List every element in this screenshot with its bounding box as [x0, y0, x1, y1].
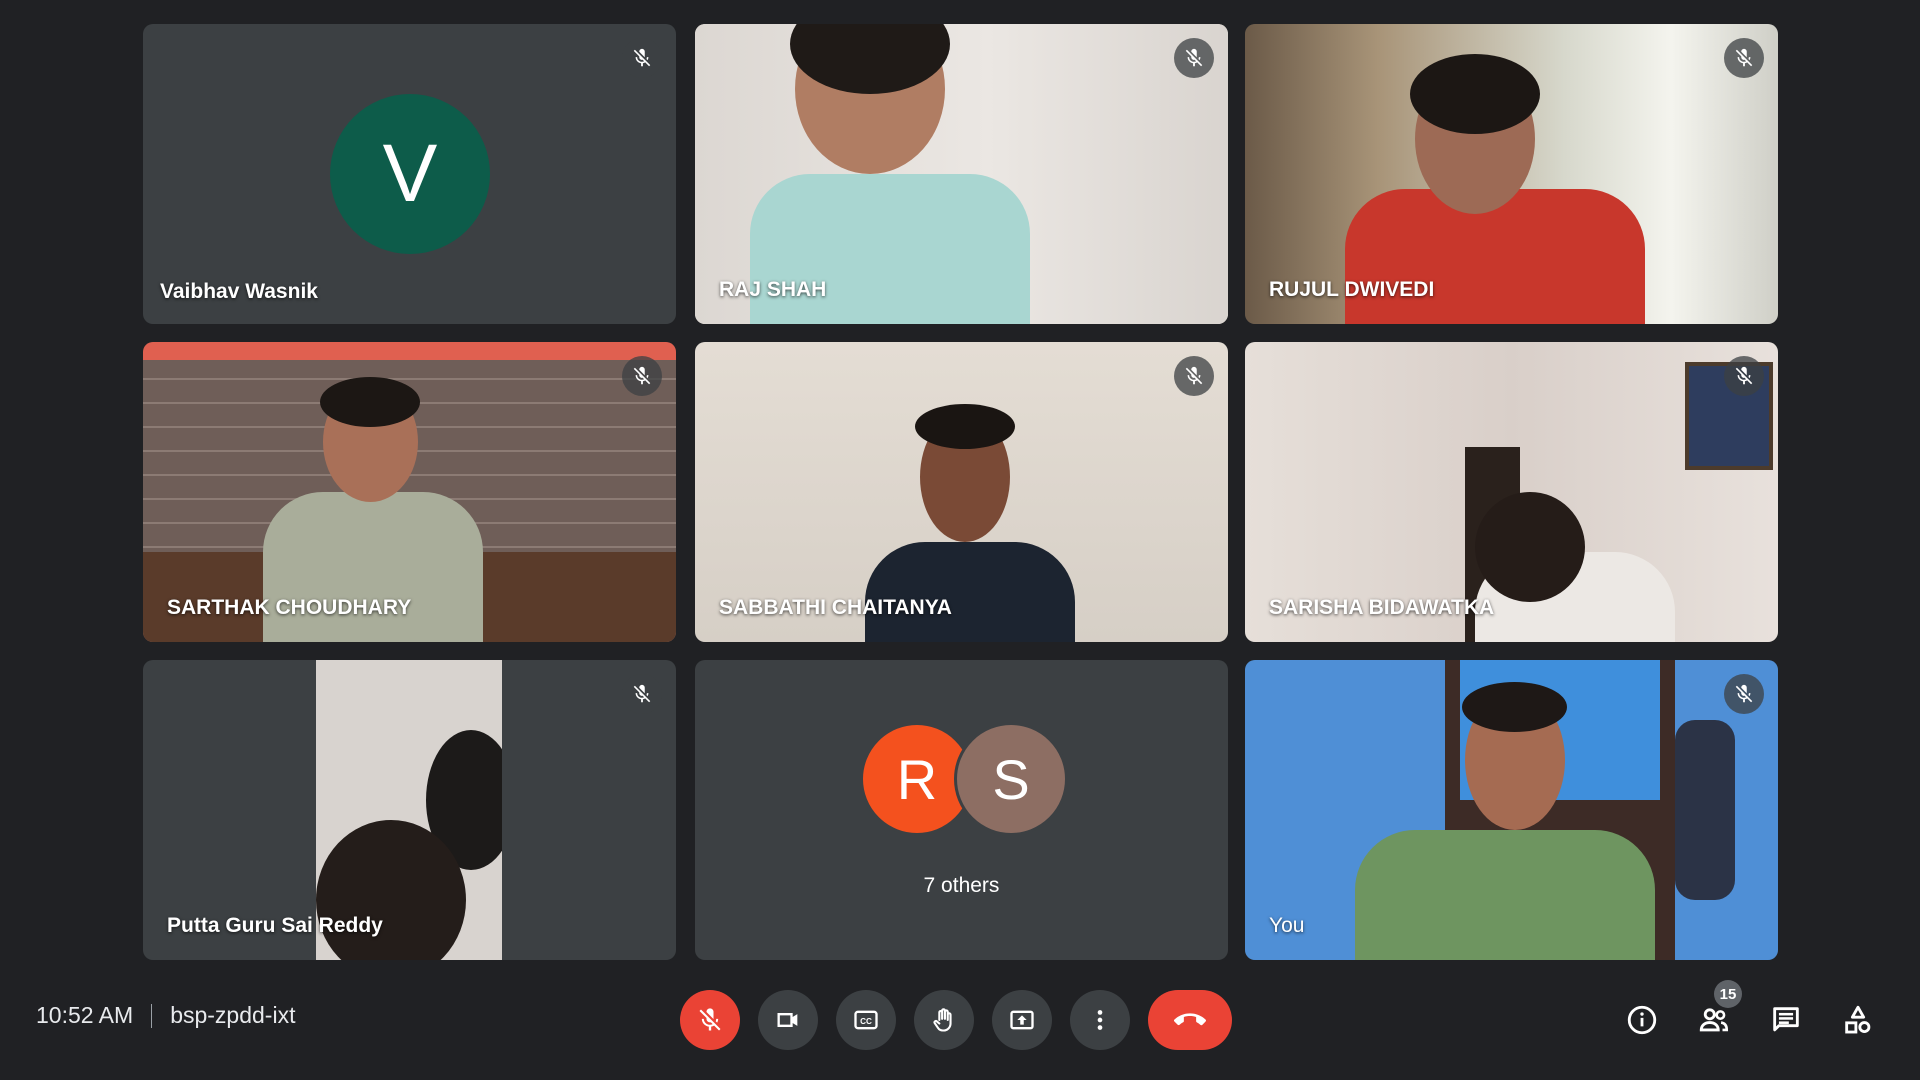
participant-tile-vaibhav[interactable]: V Vaibhav Wasnik [143, 24, 676, 324]
present-screen-icon [1010, 1010, 1034, 1030]
participant-name: SARISHA BIDAWATKA [1269, 596, 1495, 619]
chat-icon [1773, 1007, 1799, 1032]
camera-toggle-button[interactable] [758, 990, 818, 1050]
others-tile[interactable]: R S 7 others [695, 660, 1228, 960]
participant-name: SABBATHI CHAITANYA [719, 596, 952, 619]
participant-tile-raj[interactable]: RAJ SHAH [695, 24, 1228, 324]
activities-icon [1845, 1005, 1871, 1034]
mic-off-icon [1174, 38, 1214, 78]
participant-name: You [1269, 914, 1305, 937]
mic-off-icon [622, 356, 662, 396]
participant-avatar-s: S [954, 722, 1068, 836]
participant-tile-sabbathi[interactable]: SABBATHI CHAITANYA [695, 342, 1228, 642]
raise-hand-button[interactable] [914, 990, 974, 1050]
participant-video [1245, 660, 1778, 960]
others-count-label: 7 others [923, 874, 1000, 897]
participant-avatar: V [330, 94, 490, 254]
participant-tile-sarthak[interactable]: SARTHAK CHOUDHARY [143, 342, 676, 642]
participant-name: RUJUL DWIVEDI [1269, 278, 1435, 301]
mic-off-icon [622, 38, 662, 78]
meeting-time: 10:52 AM [36, 1002, 134, 1028]
people-icon [1699, 1008, 1729, 1032]
participant-name: Putta Guru Sai Reddy [167, 914, 383, 937]
mic-off-icon [1724, 356, 1764, 396]
svg-text:CC: CC [860, 1017, 872, 1026]
leave-call-button[interactable] [1148, 990, 1232, 1050]
mic-off-icon [622, 674, 662, 714]
chat-button[interactable] [1766, 1000, 1806, 1040]
info-icon [1627, 1005, 1657, 1035]
videocam-icon [777, 1013, 798, 1027]
mic-off-icon [1724, 674, 1764, 714]
more-options-button[interactable] [1070, 990, 1130, 1050]
participant-tile-sarisha[interactable]: SARISHA BIDAWATKA [1245, 342, 1778, 642]
participant-name: SARTHAK CHOUDHARY [167, 596, 412, 619]
participant-name: RAJ SHAH [719, 278, 827, 301]
meeting-details: 10:52 AM bsp-zpdd-ixt [36, 1002, 295, 1029]
activities-button[interactable] [1838, 1000, 1878, 1040]
more-vert-icon [1097, 1010, 1103, 1030]
participant-tile-putta[interactable]: Putta Guru Sai Reddy [143, 660, 676, 960]
meeting-code: bsp-zpdd-ixt [170, 1002, 296, 1028]
mic-off-icon [1724, 38, 1764, 78]
participant-name: Vaibhav Wasnik [160, 280, 318, 303]
closed-captions-icon: CC [854, 1010, 878, 1030]
present-screen-button[interactable] [992, 990, 1052, 1050]
participants-count-badge: 15 [1714, 980, 1742, 1008]
divider [151, 1003, 153, 1028]
raise-hand-icon [933, 1008, 952, 1032]
mic-off-icon [699, 1008, 721, 1031]
end-call-icon [1174, 1013, 1206, 1026]
meeting-details-button[interactable] [1622, 1000, 1662, 1040]
mic-toggle-button[interactable] [680, 990, 740, 1050]
mic-off-icon [1174, 356, 1214, 396]
participant-tile-rujul[interactable]: RUJUL DWIVEDI [1245, 24, 1778, 324]
captions-button[interactable]: CC [836, 990, 896, 1050]
participant-tile-self[interactable]: You [1245, 660, 1778, 960]
